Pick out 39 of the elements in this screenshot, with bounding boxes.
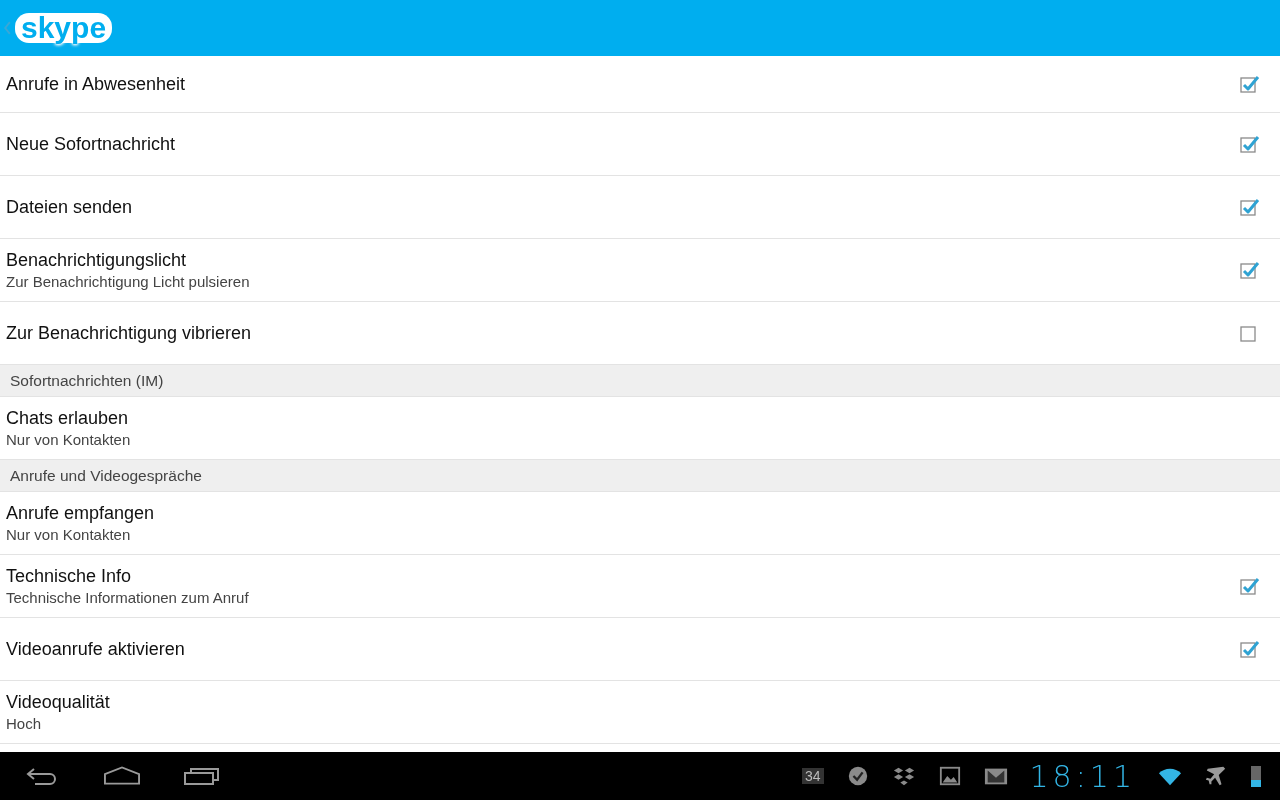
setting-title: Benachrichtigungslicht [6, 250, 188, 271]
clock: 18:11 [1029, 758, 1136, 794]
setting-title: Videoanrufe aktivieren [6, 638, 186, 660]
setting-summary: Nur von Kontakten [6, 526, 132, 543]
battery-icon [1250, 764, 1262, 788]
setting-summary: Technische Informationen zum Anruf [6, 589, 250, 606]
checkbox[interactable] [1240, 577, 1260, 595]
settings-row[interactable]: Anrufe in Abwesenheit [0, 56, 1280, 113]
setting-summary: Nur von Kontakten [6, 431, 132, 448]
settings-row[interactable]: Dateien senden [0, 176, 1280, 239]
setting-title: Dateien senden [6, 196, 134, 218]
airplane-icon [1204, 765, 1228, 787]
recent-apps-icon[interactable] [184, 766, 220, 786]
checkbox[interactable] [1240, 198, 1260, 216]
settings-row[interactable]: Neue Sofortnachricht [0, 113, 1280, 176]
section-header: Anrufe und Videogespräche [0, 460, 1280, 492]
home-icon[interactable] [104, 766, 140, 786]
settings-row[interactable]: Technische Info Technische Informationen zum Anruf [0, 555, 1280, 618]
image-icon[interactable] [937, 765, 962, 787]
setting-summary: Zur Benachrichtigung Licht pulsieren [6, 273, 251, 290]
checkbox[interactable] [1240, 135, 1260, 153]
checkbox[interactable] [1240, 640, 1260, 658]
settings-row[interactable]: Anrufe empfangen Nur von Kontakten [0, 492, 1280, 555]
box-stack-icon[interactable] [891, 765, 916, 787]
section-header: Sofortnachrichten (IM) [0, 365, 1280, 397]
settings-row[interactable]: Videoanrufe aktivieren [0, 618, 1280, 681]
settings-row[interactable]: Benachrichtigungslicht Zur Benachrichtigung Licht pulsieren [0, 239, 1280, 302]
setting-title: Chats erlauben [6, 408, 130, 429]
checkbox[interactable] [1240, 261, 1260, 279]
setting-title: Zur Benachrichtigung vibrieren [6, 322, 253, 344]
calendar-notification[interactable]: 34 [801, 768, 824, 784]
checkbox[interactable] [1240, 75, 1260, 93]
setting-summary: Hoch [6, 715, 43, 732]
setting-title: Anrufe in Abwesenheit [6, 73, 187, 95]
settings-row[interactable]: Videoqualität Hoch [0, 681, 1280, 744]
setting-title: Anrufe empfangen [6, 503, 156, 524]
setting-title: Technische Info [6, 566, 133, 587]
setting-title: Videoqualität [6, 692, 111, 713]
setting-title: Neue Sofortnachricht [6, 133, 177, 155]
